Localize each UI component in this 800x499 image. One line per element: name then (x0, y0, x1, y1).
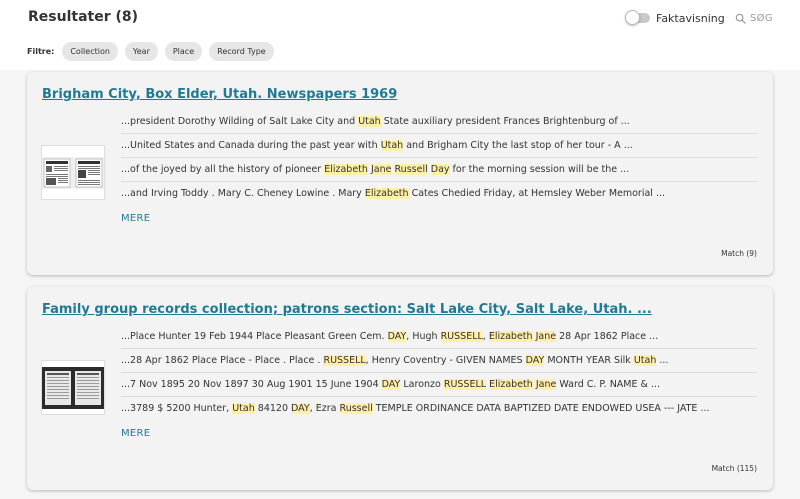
snippet-text: Ward C. P. NAME & ... (556, 379, 661, 390)
snippet-text: 84120 (254, 403, 292, 414)
snippet-text: ...and Irving Toddy . Mary C. Cheney Low… (121, 188, 365, 199)
highlighted-term: RUSSELL (323, 355, 366, 366)
more-link[interactable]: MERE (121, 428, 150, 439)
snippet-text: State auxiliary president Frances Bright… (380, 116, 630, 127)
snippet-text: and Brigham City the last stop of her to… (403, 140, 633, 151)
snippet-text: TEMPLE ORDINANCE DATA BAPTIZED DATE ENDO… (372, 403, 710, 414)
result-title-link[interactable]: Family group records collection; patrons… (42, 302, 652, 317)
page-title: Resultater (8) (28, 9, 139, 25)
highlighted-term: Russell (394, 164, 428, 175)
snippet-text: ...3789 $ 5200 Hunter, (121, 403, 233, 414)
snippet-line: ...3789 $ 5200 Hunter, Utah 84120 DAY, E… (121, 397, 757, 421)
snippet-text: 28 Apr 1862 Place ... (556, 331, 659, 342)
snippet-line: ...7 Nov 1895 20 Nov 1897 30 Aug 1901 15… (121, 373, 757, 397)
newspaper-page-image (42, 156, 104, 189)
toggle-knob (625, 10, 640, 25)
snippet-text: ...7 Nov 1895 20 Nov 1897 30 Aug 1901 15… (121, 379, 382, 390)
snippet-line: ...and Irving Toddy . Mary C. Cheney Low… (121, 182, 757, 206)
filter-chip-collection[interactable]: Collection (62, 41, 118, 61)
top-bar: Resultater (8) Faktavisning SØG Filtre: … (0, 0, 800, 70)
highlighted-term: Utah (380, 140, 404, 151)
highlighted-term: RUSSELL (443, 379, 487, 390)
highlighted-term: Elizabeth (488, 331, 533, 342)
snippet-text: Cates Chedied Friday, at Hemsley Weber M… (408, 188, 666, 199)
snippet-text: , (482, 331, 489, 342)
fact-view-label: Faktavisning (656, 11, 725, 25)
highlighted-term: Day (430, 164, 450, 175)
snippet-text: ...United States and Canada during the p… (121, 140, 381, 151)
result-card: Brigham City, Box Elder, Utah. Newspaper… (27, 72, 773, 275)
snippet-text: Laronzo (400, 379, 444, 390)
snippet-line: ...28 Apr 1862 Place Place - Place . Pla… (121, 349, 757, 373)
record-thumbnail[interactable] (41, 360, 105, 415)
snippet-text: ...of the joyed by all the history of pi… (121, 164, 325, 175)
highlighted-term: DAY (387, 331, 407, 342)
snippet-line: ...president Dorothy Wilding of Salt Lak… (121, 110, 757, 134)
highlighted-term: RUSSELL (440, 331, 483, 342)
filter-chip-year[interactable]: Year (124, 41, 158, 61)
highlighted-term: Jane (535, 331, 557, 342)
highlighted-term: Elizabeth (364, 188, 409, 199)
highlighted-term: DAY (291, 403, 310, 414)
snippet-text: , Ezra (309, 403, 340, 414)
more-link[interactable]: MERE (121, 213, 150, 224)
snippet-text: , Hugh (406, 331, 441, 342)
snippet-text: ...president Dorothy Wilding of Salt Lak… (121, 116, 359, 127)
snippet-line: ...Place Hunter 19 Feb 1944 Place Pleasa… (121, 325, 757, 349)
newspaper-thumbnail[interactable] (41, 145, 105, 200)
snippet-text: ...28 Apr 1862 Place Place - Place . Pla… (121, 355, 324, 366)
filter-bar: Filtre: Collection Year Place Record Typ… (27, 41, 281, 61)
match-count: Match (9) (721, 249, 757, 258)
snippet-text: MONTH YEAR Silk (544, 355, 634, 366)
filter-chip-place[interactable]: Place (164, 41, 203, 61)
highlighted-term: Utah (633, 355, 657, 366)
highlighted-term: Utah (358, 116, 381, 127)
result-card: Family group records collection; patrons… (27, 287, 773, 490)
snippet-text: ...Place Hunter 19 Feb 1944 Place Pleasa… (121, 331, 388, 342)
snippet-text: ... (656, 355, 669, 366)
highlighted-term: Elizabeth (489, 379, 533, 390)
search-icon (735, 13, 746, 24)
highlighted-term: Utah (232, 403, 255, 414)
snippet-line: ...United States and Canada during the p… (121, 134, 757, 158)
snippet-text: , Henry Coventry - GIVEN NAMES (365, 355, 526, 366)
snippet-list: ...Place Hunter 19 Feb 1944 Place Pleasa… (121, 325, 757, 421)
match-count: Match (115) (711, 464, 757, 473)
record-page-image (42, 366, 104, 409)
filters-label: Filtre: (27, 46, 55, 56)
snippet-text: for the morning session will be the ... (449, 164, 630, 175)
highlighted-term: Jane (370, 164, 392, 175)
highlighted-term: Jane (535, 379, 557, 390)
result-title-link[interactable]: Brigham City, Box Elder, Utah. Newspaper… (42, 87, 397, 102)
snippet-list: ...president Dorothy Wilding of Salt Lak… (121, 110, 757, 206)
highlighted-term: Russell (339, 403, 373, 414)
search-label: SØG (750, 12, 773, 24)
snippet-line: ...of the joyed by all the history of pi… (121, 158, 757, 182)
highlighted-term: Elizabeth (324, 164, 368, 175)
search-button[interactable]: SØG (735, 10, 773, 26)
fact-view-toggle[interactable]: Faktavisning (625, 10, 725, 26)
highlighted-term: DAY (381, 379, 401, 390)
toggle-switch[interactable] (625, 10, 650, 25)
filter-chip-record-type[interactable]: Record Type (209, 41, 274, 61)
highlighted-term: DAY (525, 355, 545, 366)
